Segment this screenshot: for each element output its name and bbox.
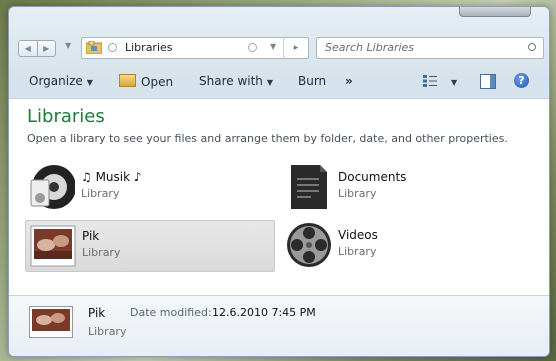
library-item-documents[interactable]: Documents Library	[282, 162, 530, 212]
back-button[interactable]: ◀	[19, 41, 37, 56]
library-content: Libraries Open a library to see your fil…	[9, 98, 549, 295]
go-forward-icon[interactable]: ▸	[283, 38, 308, 58]
caption-buttons[interactable]	[459, 7, 531, 17]
library-name: ♫ Musik ♪	[81, 170, 142, 184]
details-name: Pik	[88, 306, 106, 320]
music-library-icon	[30, 165, 75, 209]
breadcrumb-libraries[interactable]: Libraries	[125, 41, 173, 54]
change-view-icon[interactable]	[423, 75, 437, 87]
more-commands-button[interactable]: »	[345, 74, 353, 88]
chevron-down-icon: ▼	[451, 78, 458, 87]
library-name: Documents	[338, 170, 407, 184]
search-icon[interactable]	[528, 43, 536, 51]
burn-button[interactable]: Burn	[298, 74, 326, 88]
view-options-dropdown[interactable]: ▼	[447, 74, 457, 88]
open-folder-icon	[119, 74, 136, 87]
command-bar: Organize ▼ Open Share with ▼ Burn » ▼ ?	[9, 68, 549, 94]
forward-button[interactable]: ▶	[36, 41, 56, 56]
explorer-window: ◀ ▶ ▼ Libraries ▼ ▸ Organize▼ Open Share…	[8, 6, 550, 357]
address-row: ◀ ▶ ▼ Libraries ▼ ▸	[9, 35, 549, 61]
page-title: Libraries	[27, 106, 105, 127]
library-name: Videos	[338, 228, 378, 242]
library-name: Pik	[82, 229, 100, 243]
organize-label: Organize	[29, 74, 83, 88]
date-modified-value: 12.6.2010 7:45 PM	[212, 306, 316, 319]
library-item-videos[interactable]: Videos Library	[282, 220, 530, 270]
chevron-down-icon: ▼	[266, 78, 274, 87]
libraries-folder-icon	[86, 41, 102, 54]
library-type: Library	[338, 245, 377, 258]
share-with-button[interactable]: Share with ▼	[199, 74, 273, 88]
library-item-pik[interactable]: Pik Library	[25, 220, 275, 272]
library-item-music[interactable]: ♫ Musik ♪ Library	[25, 162, 273, 212]
open-label: Open	[141, 75, 174, 89]
documents-library-icon	[291, 165, 327, 209]
pictures-library-icon	[30, 225, 76, 267]
address-bar[interactable]: Libraries ▼ ▸	[81, 37, 309, 59]
organize-button[interactable]: Organize ▼	[29, 74, 93, 88]
search-input[interactable]	[317, 38, 515, 56]
date-modified-label: Date modified:	[130, 306, 212, 319]
share-with-label: Share with	[199, 74, 263, 88]
library-type: Library	[81, 187, 120, 200]
navigation-buttons: ◀ ▶	[18, 40, 56, 57]
selected-item-thumbnail-icon	[29, 306, 73, 338]
library-type: Library	[338, 187, 377, 200]
address-dropdown-icon[interactable]: ▼	[270, 42, 276, 51]
details-type: Library	[88, 325, 127, 338]
breadcrumb-end-icon[interactable]	[248, 43, 257, 52]
library-type: Library	[82, 246, 121, 259]
details-pane: Pik Library Date modified: 12.6.2010 7:4…	[9, 295, 549, 356]
help-icon[interactable]: ?	[514, 73, 529, 88]
breadcrumb-separator-icon[interactable]	[108, 43, 117, 52]
search-box	[316, 37, 544, 59]
recent-pages-icon[interactable]: ▼	[65, 41, 71, 50]
open-button[interactable]: Open	[119, 74, 173, 89]
page-subtitle: Open a library to see your files and arr…	[27, 132, 508, 145]
chevron-down-icon: ▼	[86, 78, 93, 87]
preview-pane-icon[interactable]	[480, 74, 496, 89]
videos-library-icon	[287, 223, 331, 267]
